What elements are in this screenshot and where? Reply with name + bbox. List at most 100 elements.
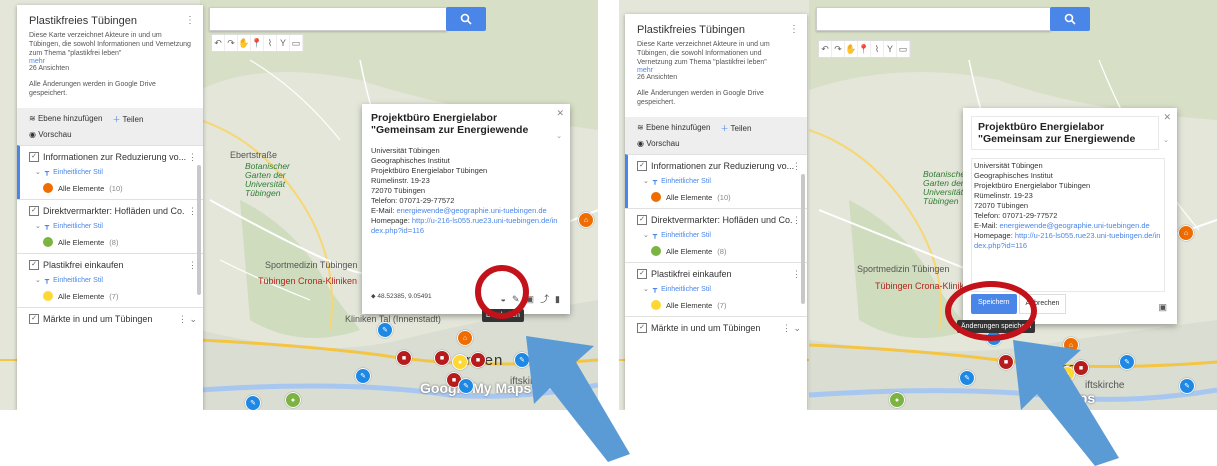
blue-pin[interactable]: ✎ — [959, 370, 975, 386]
marker-icon[interactable]: 📍 — [251, 35, 264, 51]
search-button[interactable] — [1050, 7, 1090, 31]
layer-checkbox[interactable]: ✓ — [637, 215, 647, 225]
more-link[interactable]: mehr — [637, 67, 807, 74]
blue-pin[interactable]: ✎ — [1179, 378, 1195, 394]
close-icon[interactable]: ✕ — [556, 108, 564, 118]
style-link[interactable]: ⌄ ┳ Einheitlicher Stil — [643, 231, 799, 240]
search-input[interactable] — [209, 7, 447, 31]
red-pin[interactable]: ■ — [434, 350, 450, 366]
yellow-pin[interactable]: ● — [452, 354, 468, 370]
style-link[interactable]: ⌄ ┳ Einheitlicher Stil — [35, 276, 195, 285]
orange-house-pin[interactable]: ⌂ — [578, 212, 594, 228]
more-options-icon[interactable]: ⋮ — [185, 15, 195, 26]
layer-item[interactable]: ✓ Plastikfrei einkaufen ⋮ ⌄ ┳ Einheitlicher… — [625, 262, 807, 316]
all-elements-row[interactable]: Alle Elemente (7) — [651, 300, 799, 310]
redo-icon[interactable]: ↷ — [225, 35, 238, 51]
all-elements-row[interactable]: Alle Elemente (10) — [43, 183, 195, 193]
layer-checkbox[interactable]: ✓ — [637, 269, 647, 279]
layer-item[interactable]: ✓ Direktvermarkter: Hofläden und Co. ⋮ ⌄ ┳… — [17, 199, 203, 253]
layer-title[interactable]: Plastikfrei einkaufen — [43, 260, 124, 270]
layer-options-icon[interactable]: ⋮ — [188, 260, 197, 271]
hand-icon[interactable]: ✋ — [845, 41, 858, 57]
blue-pin[interactable]: ✎ — [245, 395, 261, 410]
ruler-icon[interactable]: ▭ — [897, 41, 910, 57]
preview-button[interactable]: ◉ Vorschau — [29, 130, 191, 139]
title-edit-field[interactable]: Projektbüro Energielabor "Gemeinsam zur … — [971, 116, 1159, 150]
search-button[interactable] — [446, 7, 486, 31]
undo-icon[interactable]: ↶ — [212, 35, 225, 51]
style-link[interactable]: ⌄ ┳ Einheitlicher Stil — [35, 168, 195, 177]
layer-checkbox[interactable]: ✓ — [29, 314, 39, 324]
line-icon[interactable]: ⌇ — [871, 41, 884, 57]
share-button[interactable]: ＋ Teilen — [720, 123, 751, 134]
layer-options-icon[interactable]: ⋮ ⌄ — [782, 323, 801, 334]
more-link[interactable]: mehr — [29, 58, 203, 65]
search-input[interactable] — [816, 7, 1051, 31]
layer-checkbox[interactable]: ✓ — [637, 161, 647, 171]
layer-item[interactable]: ✓ Plastikfrei einkaufen ⋮ ⌄ ┳ Einheitlicher… — [17, 253, 203, 307]
layer-item[interactable]: ✓ Märkte in und um Tübingen ⋮ ⌄ — [17, 307, 203, 330]
selected-location-pin[interactable]: ⌂ — [457, 330, 473, 346]
description-edit-field[interactable]: Universität Tübingen Geographisches Inst… — [971, 158, 1165, 292]
chevron-down-icon[interactable]: ⌄ — [1163, 136, 1169, 146]
close-icon[interactable]: ✕ — [1163, 112, 1171, 122]
all-elements-row[interactable]: Alle Elemente (8) — [651, 246, 799, 256]
panel-scrollbar[interactable] — [197, 165, 201, 295]
blue-pin[interactable]: ✎ — [377, 322, 393, 338]
layer-title[interactable]: Informationen zur Reduzierung vo... — [43, 152, 186, 162]
layer-options-icon[interactable]: ⋮ — [188, 206, 197, 217]
layer-item[interactable]: ✓ Informationen zur Reduzierung vo... ⋮ ⌄… — [625, 154, 807, 208]
style-link[interactable]: ⌄ ┳ Einheitlicher Stil — [643, 285, 799, 294]
layer-options-icon[interactable]: ⋮ — [188, 152, 197, 163]
layer-title[interactable]: Informationen zur Reduzierung vo... — [651, 161, 794, 171]
layer-item[interactable]: ✓ Direktvermarkter: Hofläden und Co. ⋮ ⌄ ┳… — [625, 208, 807, 262]
layer-checkbox[interactable]: ✓ — [29, 206, 39, 216]
more-options-icon[interactable]: ⋮ — [789, 24, 799, 35]
layer-options-icon[interactable]: ⋮ — [792, 215, 801, 226]
panel-scrollbar[interactable] — [801, 174, 805, 304]
redo-icon[interactable]: ↷ — [832, 41, 845, 57]
hand-icon[interactable]: ✋ — [238, 35, 251, 51]
marker-icon[interactable]: 📍 — [858, 41, 871, 57]
layer-options-icon[interactable]: ⋮ — [792, 269, 801, 280]
ruler-icon[interactable]: ▭ — [290, 35, 303, 51]
layer-options-icon[interactable]: ⋮ ⌄ — [178, 314, 197, 325]
layer-title[interactable]: Direktvermarkter: Hofläden und Co. — [651, 215, 793, 225]
style-link[interactable]: ⌄ ┳ Einheitlicher Stil — [643, 177, 799, 186]
map-title[interactable]: Plastikfreies Tübingen — [29, 15, 203, 27]
all-elements-row[interactable]: Alle Elemente (10) — [651, 192, 799, 202]
add-layer-button[interactable]: ≋ Ebene hinzufügen — [29, 114, 102, 125]
layer-title[interactable]: Direktvermarkter: Hofläden und Co. — [43, 206, 185, 216]
layer-options-icon[interactable]: ⋮ — [792, 161, 801, 172]
all-elements-row[interactable]: Alle Elemente (8) — [43, 237, 195, 247]
map-title[interactable]: Plastikfreies Tübingen — [637, 24, 807, 36]
delete-icon[interactable]: ▮ — [555, 294, 560, 304]
red-pin[interactable]: ■ — [470, 352, 486, 368]
chevron-down-icon[interactable]: ⌄ — [556, 132, 562, 142]
share-button[interactable]: ＋ Teilen — [112, 114, 143, 125]
blue-pin[interactable]: ✎ — [458, 378, 474, 394]
layer-title[interactable]: Märkte in und um Tübingen — [651, 323, 760, 333]
green-pin[interactable]: ● — [889, 392, 905, 408]
email-link[interactable]: energiewende@geographie.uni-tuebingen.de — [396, 206, 546, 215]
directions-icon[interactable]: Y — [884, 41, 897, 57]
undo-icon[interactable]: ↶ — [819, 41, 832, 57]
red-pin[interactable]: ■ — [396, 350, 412, 366]
green-pin[interactable]: ● — [285, 392, 301, 408]
directions-icon[interactable]: Y — [277, 35, 290, 51]
layer-item[interactable]: ✓ Informationen zur Reduzierung vo... ⋮ ⌄… — [17, 145, 203, 199]
all-elements-row[interactable]: Alle Elemente (7) — [43, 291, 195, 301]
line-icon[interactable]: ⌇ — [264, 35, 277, 51]
camera-icon[interactable]: ▣ — [1158, 302, 1167, 312]
preview-button[interactable]: ◉ Vorschau — [637, 139, 795, 148]
blue-pin[interactable]: ✎ — [355, 368, 371, 384]
layer-item[interactable]: ✓ Märkte in und um Tübingen ⋮ ⌄ — [625, 316, 807, 339]
add-layer-button[interactable]: ≋ Ebene hinzufügen — [637, 123, 710, 134]
orange-house-pin[interactable]: ⌂ — [1178, 225, 1194, 241]
layer-title[interactable]: Märkte in und um Tübingen — [43, 314, 152, 324]
layer-title[interactable]: Plastikfrei einkaufen — [651, 269, 732, 279]
layer-checkbox[interactable]: ✓ — [29, 152, 39, 162]
directions-icon[interactable]: ⤴ — [540, 294, 549, 304]
layer-checkbox[interactable]: ✓ — [29, 260, 39, 270]
email-link[interactable]: energiewende@geographie.uni-tuebingen.de — [999, 221, 1149, 230]
